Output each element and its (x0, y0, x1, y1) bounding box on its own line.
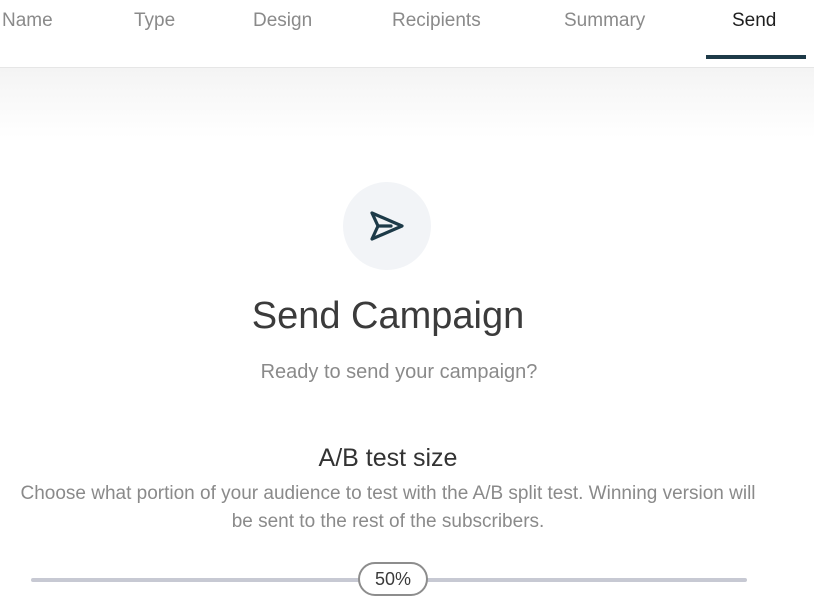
ab-test-description: Choose what portion of your audience to … (20, 483, 756, 532)
ab-test-slider-thumb[interactable]: 50% (358, 562, 428, 596)
active-tab-indicator (706, 55, 806, 59)
tabs-shadow (0, 68, 814, 138)
page-subtitle: Ready to send your campaign? (260, 361, 538, 383)
tab-summary[interactable]: Summary (564, 10, 645, 32)
tab-name[interactable]: Name (2, 10, 53, 32)
ab-test-title: A/B test size (318, 444, 458, 472)
send-paper-plane-icon (370, 211, 404, 241)
tab-recipients[interactable]: Recipients (392, 10, 481, 32)
tab-type[interactable]: Type (134, 10, 175, 32)
send-icon-container (343, 182, 431, 270)
tab-send[interactable]: Send (732, 10, 776, 32)
step-tabs: Name Type Design Recipients Summary Send (0, 0, 814, 68)
tab-design[interactable]: Design (253, 10, 312, 32)
page-title: Send Campaign (251, 295, 525, 337)
